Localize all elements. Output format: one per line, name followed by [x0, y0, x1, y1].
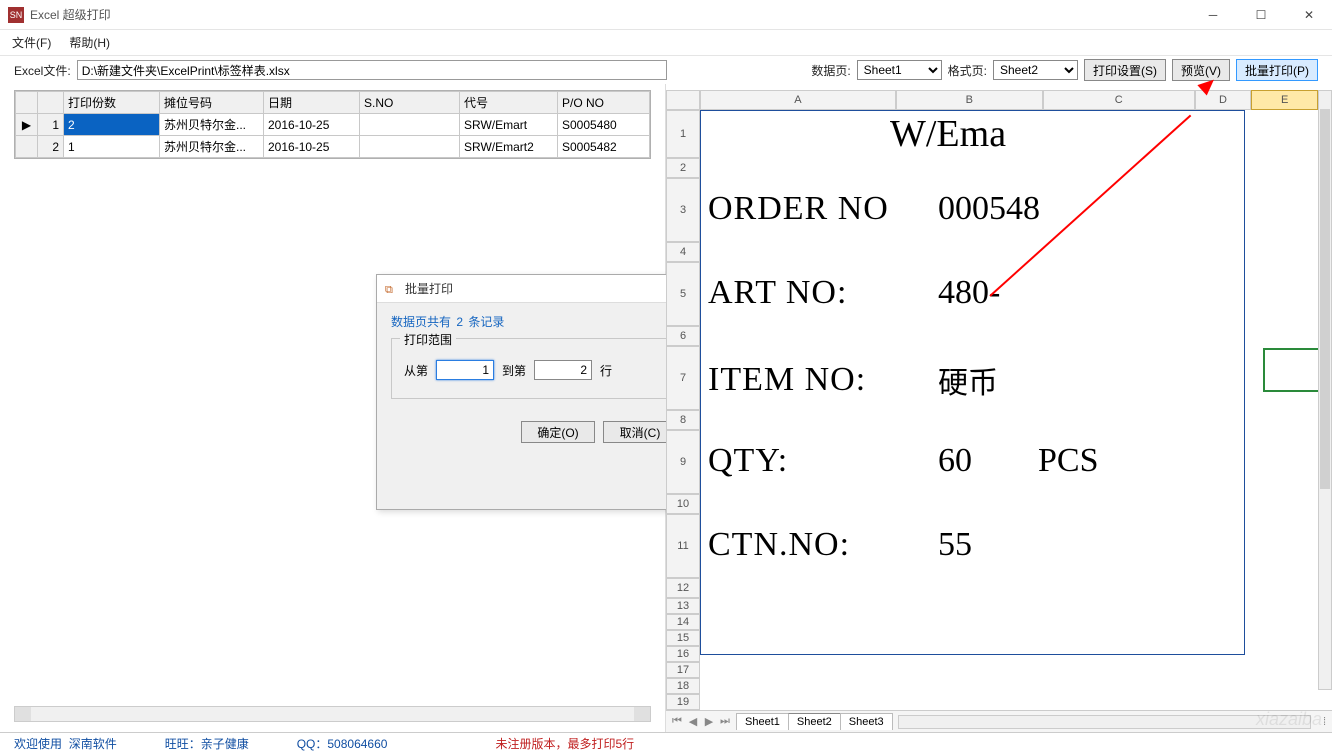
item-no-label: ITEM NO:	[708, 361, 938, 399]
row-header[interactable]: 1	[666, 110, 700, 158]
row-header[interactable]: 8	[666, 410, 700, 430]
tab-nav[interactable]: ⏮◀▶⏭	[666, 715, 736, 728]
sheet-tab[interactable]: Sheet1	[736, 713, 789, 730]
sheet-tab[interactable]: Sheet2	[788, 713, 841, 730]
grid-header[interactable]: 摊位号码	[160, 92, 264, 114]
art-no-label: ART NO:	[708, 274, 938, 312]
titlebar: SN Excel 超级打印 ─ ☐ ✕	[0, 0, 1332, 30]
dialog-info: 数据页共有 2 条记录	[391, 313, 677, 330]
maximize-button[interactable]: ☐	[1246, 8, 1276, 22]
row-header[interactable]: 2	[666, 158, 700, 178]
vertical-scrollbar[interactable]	[1318, 90, 1332, 690]
order-no-label: ORDER NO	[708, 190, 938, 228]
row-header[interactable]: 9	[666, 430, 700, 494]
grid-header[interactable]: S.NO	[360, 92, 460, 114]
grid-header[interactable]: 打印份数	[64, 92, 160, 114]
dialog-icon	[385, 282, 399, 296]
row-header[interactable]: 13	[666, 598, 700, 614]
batch-print-dialog: 批量打印 ✕ 数据页共有 2 条记录 打印范围 从第 到第 行	[376, 274, 692, 510]
order-no-value: 000548	[938, 190, 1040, 228]
sheet-tabs: ⏮◀▶⏭ Sheet1 Sheet2 Sheet3 ⁞	[666, 710, 1332, 732]
tab-scrollbar[interactable]	[898, 715, 1311, 729]
column-headers: A B C D E	[700, 90, 1318, 110]
batch-print-button[interactable]: 批量打印(P)	[1236, 59, 1318, 81]
row-header[interactable]: 18	[666, 678, 700, 694]
col-header[interactable]: B	[896, 90, 1043, 110]
ok-button[interactable]: 确定(O)	[521, 421, 595, 443]
data-grid[interactable]: 打印份数 摊位号码 日期 S.NO 代号 P/O NO ▶ 1 2 苏州贝特尔金…	[14, 90, 651, 159]
qty-unit: PCS	[1038, 442, 1099, 480]
row-header[interactable]: 3	[666, 178, 700, 242]
menubar: 文件(F) 帮助(H)	[0, 30, 1332, 56]
row-headers: 12345678910111213141516171819	[666, 110, 700, 710]
ctn-no-label: CTN.NO:	[708, 526, 938, 564]
row-header[interactable]: 10	[666, 494, 700, 514]
toolbar: Excel文件: 数据页: Sheet1 格式页: Sheet2 打印设置(S)…	[0, 56, 1332, 84]
col-header[interactable]: A	[700, 90, 896, 110]
from-input[interactable]	[436, 360, 494, 380]
format-page-label: 格式页:	[948, 62, 987, 79]
status-warning: 未注册版本，最多打印5行	[495, 735, 634, 752]
menu-file[interactable]: 文件(F)	[12, 34, 51, 51]
sheet-corner[interactable]	[666, 90, 700, 110]
preview-button[interactable]: 预览(V)	[1172, 59, 1230, 81]
label-title: W/Ema	[890, 112, 1006, 156]
from-label: 从第	[404, 362, 428, 379]
row-header[interactable]: 12	[666, 578, 700, 598]
row-header[interactable]: 7	[666, 346, 700, 410]
data-page-select[interactable]: Sheet1	[857, 60, 942, 80]
qty-value: 60	[938, 442, 1038, 480]
to-label: 到第	[502, 362, 526, 379]
print-setting-button[interactable]: 打印设置(S)	[1084, 59, 1166, 81]
row-header[interactable]: 5	[666, 262, 700, 326]
sheet-tab[interactable]: Sheet3	[840, 713, 893, 730]
menu-help[interactable]: 帮助(H)	[69, 34, 110, 51]
statusbar: 欢迎使用 深南软件 旺旺：亲子健康 QQ：508064660 未注册版本，最多打…	[0, 732, 1332, 754]
row-header[interactable]: 16	[666, 646, 700, 662]
app-icon: SN	[8, 7, 24, 23]
col-header[interactable]: E	[1251, 90, 1318, 110]
format-page-select[interactable]: Sheet2	[993, 60, 1078, 80]
watermark: xiazaiba	[1256, 709, 1322, 730]
row-header[interactable]: 4	[666, 242, 700, 262]
data-page-label: 数据页:	[811, 62, 850, 79]
qty-label: QTY:	[708, 442, 938, 480]
left-pane: 打印份数 摊位号码 日期 S.NO 代号 P/O NO ▶ 1 2 苏州贝特尔金…	[0, 84, 666, 732]
row-header[interactable]: 15	[666, 630, 700, 646]
minimize-button[interactable]: ─	[1198, 8, 1228, 22]
file-path-input[interactable]	[77, 60, 667, 80]
horizontal-scrollbar[interactable]	[14, 706, 651, 722]
col-header[interactable]: C	[1043, 90, 1195, 110]
row-header[interactable]: 6	[666, 326, 700, 346]
table-row[interactable]: ▶ 1 2 苏州贝特尔金... 2016-10-25 SRW/Emart S00…	[16, 114, 650, 136]
table-row[interactable]: 2 1 苏州贝特尔金... 2016-10-25 SRW/Emart2 S000…	[16, 136, 650, 158]
grid-header[interactable]: 日期	[264, 92, 360, 114]
close-button[interactable]: ✕	[1294, 8, 1324, 22]
file-label: Excel文件:	[14, 62, 71, 79]
dialog-title: 批量打印	[405, 280, 659, 297]
row-header[interactable]: 14	[666, 614, 700, 630]
row-header[interactable]: 19	[666, 694, 700, 710]
range-legend: 打印范围	[400, 331, 456, 348]
item-no-value: 硬币	[938, 358, 998, 402]
spreadsheet-preview[interactable]: A B C D E 12345678910111213141516171819 …	[666, 84, 1332, 702]
grid-header[interactable]: 代号	[460, 92, 558, 114]
art-no-value: 480-	[938, 274, 1000, 312]
right-pane: A B C D E 12345678910111213141516171819 …	[666, 84, 1332, 732]
to-input[interactable]	[534, 360, 592, 380]
row-suffix: 行	[600, 362, 612, 379]
cells-area[interactable]: W/Ema ORDER NO 000548 ART NO: 480- ITEM …	[700, 110, 1318, 702]
ctn-no-value: 55	[938, 526, 972, 564]
row-header[interactable]: 11	[666, 514, 700, 578]
window-title: Excel 超级打印	[30, 6, 1198, 23]
row-header[interactable]: 17	[666, 662, 700, 678]
grid-header[interactable]: P/O NO	[558, 92, 650, 114]
col-header[interactable]: D	[1195, 90, 1252, 110]
